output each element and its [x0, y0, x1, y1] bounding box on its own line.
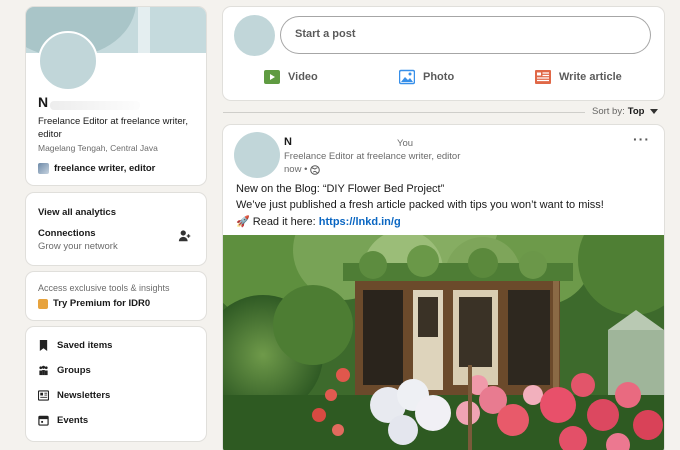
- post-author-headline: Freelance Editor at freelance writer, ed…: [284, 151, 461, 162]
- feed-post: N You Freelance Editor at freelance writ…: [223, 125, 664, 450]
- premium-promo-text: Access exclusive tools & insights: [38, 283, 170, 293]
- post-text-line-2: We’ve just published a fresh article pac…: [236, 199, 604, 211]
- post-text-prefix: 🚀 Read it here:: [236, 216, 319, 228]
- video-icon: [264, 70, 280, 84]
- start-post-button[interactable]: Start a post: [280, 16, 651, 54]
- sort-divider: [223, 112, 585, 113]
- write-article-label: Write article: [559, 71, 622, 83]
- sort-label: Sort by:: [592, 106, 625, 117]
- shortcut-label: Events: [57, 415, 89, 426]
- sort-value: Top: [627, 106, 645, 117]
- globe-icon: [310, 164, 321, 175]
- garden-photo: [223, 235, 664, 450]
- view-all-analytics-link[interactable]: View all analytics: [38, 207, 116, 218]
- premium-icon: [38, 298, 48, 309]
- photo-button[interactable]: Photo: [399, 69, 454, 85]
- post-you-label: You: [397, 138, 414, 149]
- calendar-icon: [38, 415, 49, 426]
- shortcut-groups[interactable]: Groups: [38, 365, 91, 376]
- shortcuts-card: Saved items Groups Newsletters Events: [26, 327, 206, 441]
- try-premium-label: Try Premium for IDR0: [53, 298, 151, 309]
- newsletter-icon: [38, 390, 49, 401]
- company-logo-icon: [38, 163, 49, 174]
- connections-label[interactable]: Connections: [38, 228, 96, 239]
- premium-card: Access exclusive tools & insights Try Pr…: [26, 272, 206, 320]
- profile-company[interactable]: freelance writer, editor: [38, 163, 155, 174]
- bookmark-icon: [39, 340, 48, 351]
- write-article-button[interactable]: Write article: [535, 69, 622, 85]
- post-author-name[interactable]: N: [284, 136, 292, 148]
- shortcut-saved-items[interactable]: Saved items: [38, 340, 112, 351]
- profile-avatar[interactable]: [38, 31, 98, 91]
- analytics-card: View all analytics Connections Grow your…: [26, 193, 206, 265]
- add-connection-icon[interactable]: [178, 229, 192, 243]
- profile-card[interactable]: N Freelance Editor at freelance writer, …: [26, 7, 206, 185]
- post-image[interactable]: [223, 235, 664, 450]
- profile-headline: Freelance Editor at freelance writer, ed…: [38, 116, 188, 140]
- sort-dropdown[interactable]: Sort by: Top: [592, 106, 659, 117]
- shortcut-events[interactable]: Events: [38, 415, 88, 426]
- article-icon: [535, 70, 551, 84]
- shortcut-label: Newsletters: [57, 390, 111, 401]
- video-button[interactable]: Video: [264, 69, 318, 85]
- post-author-avatar[interactable]: [234, 132, 280, 178]
- profile-location: Magelang Tengah, Central Java: [38, 143, 158, 153]
- caret-down-icon: [650, 109, 659, 114]
- shortcut-newsletters[interactable]: Newsletters: [38, 390, 110, 401]
- name-redaction: [50, 101, 140, 110]
- grow-network-label[interactable]: Grow your network: [38, 241, 118, 252]
- try-premium-link[interactable]: Try Premium for IDR0: [38, 298, 150, 309]
- company-name: freelance writer, editor: [54, 163, 156, 174]
- post-time: now •: [284, 164, 308, 175]
- shortcut-label: Groups: [57, 365, 91, 376]
- more-options-icon[interactable]: ···: [633, 131, 650, 147]
- post-text-line-1: New on the Blog: “DIY Flower Bed Project…: [236, 183, 445, 195]
- video-label: Video: [288, 71, 318, 83]
- profile-name[interactable]: N: [38, 94, 48, 110]
- photo-label: Photo: [423, 71, 455, 83]
- shortcut-label: Saved items: [57, 340, 113, 351]
- post-composer: Start a post Video Photo Write article: [223, 7, 664, 100]
- post-timestamp: now •: [284, 164, 321, 175]
- post-link[interactable]: https://lnkd.in/g: [319, 216, 401, 228]
- groups-icon: [39, 365, 48, 376]
- composer-avatar[interactable]: [234, 15, 275, 56]
- post-text-line-3: 🚀 Read it here: https://lnkd.in/g: [236, 215, 401, 228]
- photo-icon: [399, 69, 415, 85]
